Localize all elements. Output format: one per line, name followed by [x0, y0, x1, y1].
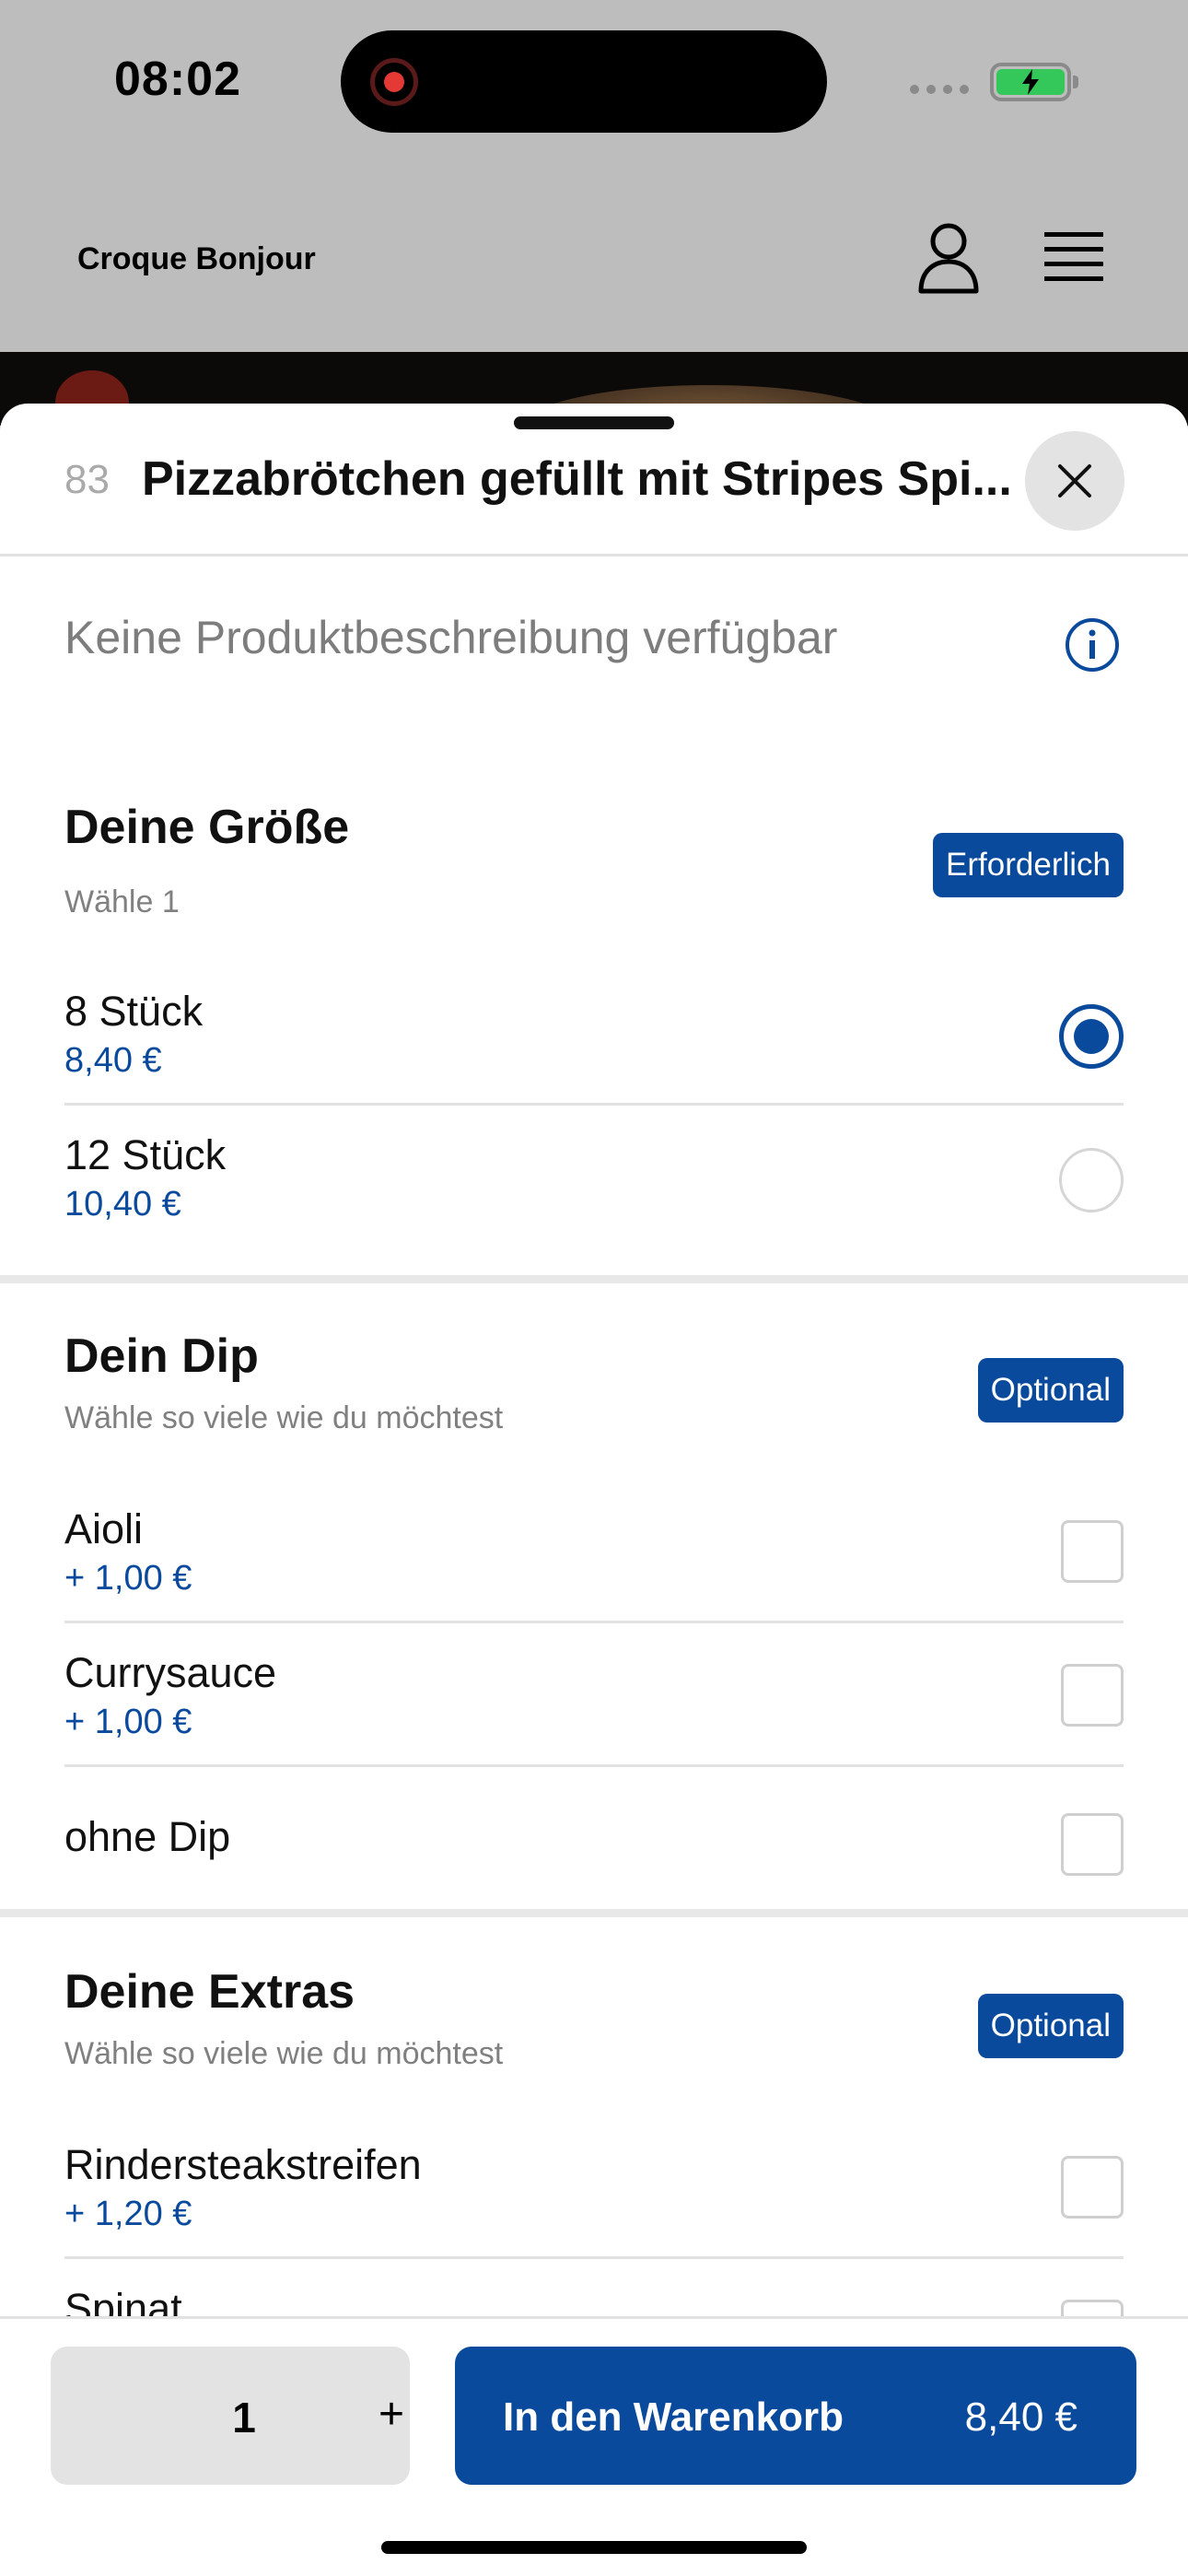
status-bar: 08:02	[0, 0, 1188, 166]
group-subtitle-extras: Wähle so viele wie du möchtest	[64, 2036, 504, 2071]
battery-icon	[990, 63, 1078, 101]
dynamic-island	[341, 30, 827, 133]
menu-icon[interactable]	[1044, 230, 1103, 282]
info-icon[interactable]	[1065, 617, 1120, 673]
close-button[interactable]	[1025, 431, 1124, 531]
checkbox[interactable]	[1061, 1813, 1124, 1876]
option-price: 8,40 €	[64, 1041, 162, 1080]
group-subtitle-dip: Wähle so viele wie du möchtest	[64, 1400, 504, 1435]
close-icon	[1058, 464, 1091, 498]
option-price: 10,40 €	[64, 1185, 181, 1224]
option-name: Rindersteakstreifen	[64, 2141, 422, 2188]
group-subtitle-size: Wähle 1	[64, 884, 180, 919]
product-sheet: 83 Pizzabrötchen gefüllt mit Stripes Spi…	[0, 404, 1188, 2576]
option-8-stueck[interactable]: 8 Stück 8,40 €	[64, 962, 1124, 1106]
option-12-stueck[interactable]: 12 Stück 10,40 €	[64, 1106, 1124, 1249]
option-rindersteakstreifen[interactable]: Rindersteakstreifen + 1,20 €	[64, 2115, 1124, 2259]
add-to-cart-button[interactable]: In den Warenkorb 8,40 €	[455, 2347, 1136, 2485]
required-badge: Erforderlich	[933, 833, 1124, 897]
option-name: ohne Dip	[64, 1813, 231, 1860]
product-title: Pizzabrötchen gefüllt mit Stripes Spi...	[142, 452, 1012, 506]
option-price: + 1,20 €	[64, 2195, 192, 2233]
checkbox[interactable]	[1061, 1664, 1124, 1727]
brand-name[interactable]: Croque Bonjour	[77, 241, 316, 277]
product-description: Keine Produktbeschreibung verfügbar	[64, 612, 838, 663]
home-indicator[interactable]	[381, 2541, 807, 2554]
app-header: Croque Bonjour	[0, 166, 1188, 352]
option-currysauce[interactable]: Currysauce + 1,00 €	[64, 1623, 1124, 1767]
optional-badge: Optional	[977, 1358, 1124, 1423]
status-time: 08:02	[114, 53, 241, 106]
quantity-value: 1	[232, 2394, 256, 2441]
product-number: 83	[64, 457, 110, 502]
section-divider	[0, 1275, 1188, 1283]
bottom-action-bar: 1 + In den Warenkorb 8,40 €	[0, 2316, 1188, 2576]
add-to-cart-label: In den Warenkorb	[503, 2395, 844, 2440]
recording-icon	[370, 58, 418, 106]
option-aioli[interactable]: Aioli + 1,00 €	[64, 1480, 1124, 1623]
group-title-dip: Dein Dip	[64, 1329, 259, 1383]
option-name: Currysauce	[64, 1649, 277, 1696]
option-price: + 1,00 €	[64, 1559, 192, 1598]
checkbox[interactable]	[1061, 1520, 1124, 1583]
sheet-header: 83 Pizzabrötchen gefüllt mit Stripes Spi…	[0, 404, 1188, 556]
group-title-size: Deine Größe	[64, 801, 350, 854]
radio-unselected[interactable]	[1059, 1148, 1124, 1212]
section-divider	[0, 1909, 1188, 1917]
quantity-stepper[interactable]: 1 +	[51, 2347, 410, 2485]
option-name: 12 Stück	[64, 1131, 227, 1178]
option-name: Aioli	[64, 1505, 144, 1552]
group-title-extras: Deine Extras	[64, 1965, 355, 2019]
option-ohne-dip[interactable]: ohne Dip	[64, 1767, 1124, 1887]
cellular-signal-icon	[910, 85, 969, 94]
checkbox[interactable]	[1061, 2156, 1124, 2219]
optional-badge: Optional	[977, 1994, 1124, 2058]
increment-button[interactable]: +	[364, 2389, 419, 2440]
sheet-grabber[interactable]	[514, 416, 674, 429]
option-name: 8 Stück	[64, 988, 204, 1035]
cart-total-price: 8,40 €	[964, 2395, 1077, 2440]
user-account-icon[interactable]	[917, 221, 980, 295]
radio-selected[interactable]	[1059, 1004, 1124, 1069]
option-price: + 1,00 €	[64, 1703, 192, 1741]
